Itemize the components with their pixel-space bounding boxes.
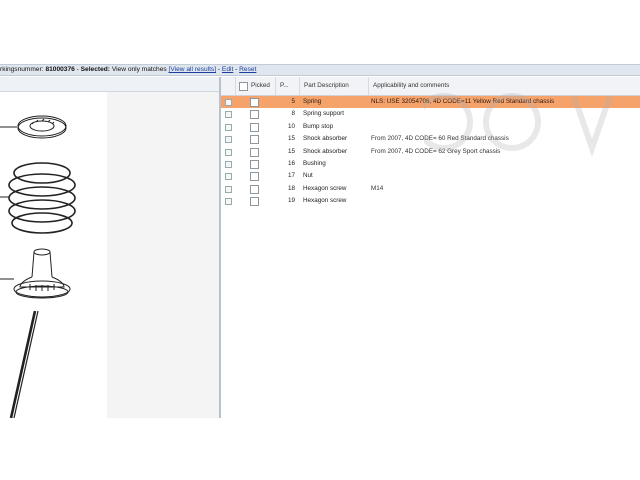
plus-expander-icon[interactable]: [225, 99, 232, 106]
table-row[interactable]: 8 Spring support: [221, 108, 640, 120]
row-applicability: M14: [371, 184, 384, 192]
table-row[interactable]: 16 Bushing: [221, 158, 640, 170]
row-description: Bushing: [303, 160, 326, 167]
diagram-pane: [0, 77, 219, 418]
row-position: 15: [287, 135, 295, 143]
row-applicability: NLS: USE 32054706, 4D CODE=11 Yellow Red…: [371, 98, 555, 105]
table-row[interactable]: 5 Spring NLS: USE 32054706, 4D CODE=11 Yel…: [221, 96, 640, 108]
row-description: Spring: [303, 98, 322, 105]
diagram-panel: [107, 92, 219, 418]
picked-checkbox[interactable]: [250, 197, 259, 207]
parts-list-pane: Picked P... Part Description Applicabili…: [221, 77, 640, 418]
view-all-results-link[interactable]: [View all results]: [169, 66, 217, 73]
table-row[interactable]: 15 Shock absorber From 2007, 4D CODE= 60 R…: [221, 133, 640, 145]
table-row[interactable]: 10 Bump stop: [221, 121, 640, 133]
footer-blank: [0, 418, 640, 480]
picked-checkbox[interactable]: [250, 172, 259, 182]
col-picked-label: Picked: [251, 82, 270, 89]
picked-checkbox[interactable]: [250, 160, 259, 169]
plus-expander-icon[interactable]: [225, 123, 232, 131]
row-description: Bump stop: [303, 122, 334, 130]
select-all-checkbox[interactable]: [239, 82, 248, 91]
row-description: Shock absorber: [303, 135, 348, 143]
plus-expander-icon[interactable]: [225, 173, 232, 181]
picked-checkbox[interactable]: [250, 147, 259, 157]
shock-absorber-rod-icon: [9, 310, 39, 418]
breadcrumb-number: 81000376: [45, 66, 75, 73]
table-row[interactable]: 19 Hexagon screw: [221, 195, 640, 207]
picked-checkbox[interactable]: [250, 184, 259, 194]
breadcrumb-bar: rkingsnummer: 81000376 - Selected: View …: [0, 64, 640, 76]
selected-label: Selected:: [80, 66, 110, 73]
plus-expander-icon[interactable]: [225, 198, 232, 206]
picked-checkbox[interactable]: [250, 122, 259, 132]
row-description: Spring support: [303, 110, 344, 118]
row-position: 17: [287, 172, 295, 180]
table-row[interactable]: 17 Nut: [221, 170, 640, 182]
row-description: Shock absorber: [303, 147, 348, 155]
picked-checkbox[interactable]: [250, 98, 259, 107]
row-position: 18: [287, 184, 295, 192]
col-applicability[interactable]: Applicability and comments: [368, 77, 640, 95]
row-position: 19: [287, 197, 295, 205]
breadcrumb: rkingsnummer: 81000376 - Selected: View …: [0, 66, 256, 73]
bump-stop-icon: [0, 248, 71, 299]
row-description: Hexagon screw: [303, 197, 347, 205]
exploded-parts-diagram: [0, 115, 76, 418]
plus-expander-icon[interactable]: [225, 136, 232, 144]
row-position: 5: [291, 98, 295, 105]
row-applicability: From 2007, 4D CODE= 62 Grey Sport chassi…: [371, 147, 501, 155]
col-pos[interactable]: P...: [275, 77, 299, 95]
table-row[interactable]: 18 Hexagon screw M14: [221, 183, 640, 195]
spring-support-icon: [0, 115, 67, 139]
picked-checkbox[interactable]: [250, 135, 259, 145]
breadcrumb-prefix: rkingsnummer:: [0, 66, 46, 73]
plus-expander-icon[interactable]: [225, 111, 232, 119]
reset-link[interactable]: Reset: [239, 66, 256, 73]
row-position: 16: [287, 160, 295, 167]
row-applicability: From 2007, 4D CODE= 60 Red Standard chas…: [371, 135, 509, 143]
row-position: 10: [287, 122, 295, 130]
table-row[interactable]: 15 Shock absorber From 2007, 4D CODE= 62 G…: [221, 146, 640, 158]
table-header: Picked P... Part Description Applicabili…: [221, 77, 640, 96]
row-position: 8: [291, 110, 295, 118]
row-description: Hexagon screw: [303, 184, 347, 192]
row-description: Nut: [303, 172, 313, 180]
row-position: 15: [287, 147, 295, 155]
coil-spring-icon: [0, 162, 76, 234]
col-picked[interactable]: Picked: [235, 77, 275, 95]
edit-link[interactable]: Edit: [222, 66, 233, 73]
plus-expander-icon[interactable]: [225, 148, 232, 156]
plus-expander-icon[interactable]: [225, 161, 232, 168]
plus-expander-icon[interactable]: [225, 185, 232, 193]
col-description[interactable]: Part Description: [299, 77, 368, 95]
selected-value: View only matches: [109, 66, 169, 73]
picked-checkbox[interactable]: [250, 110, 259, 120]
